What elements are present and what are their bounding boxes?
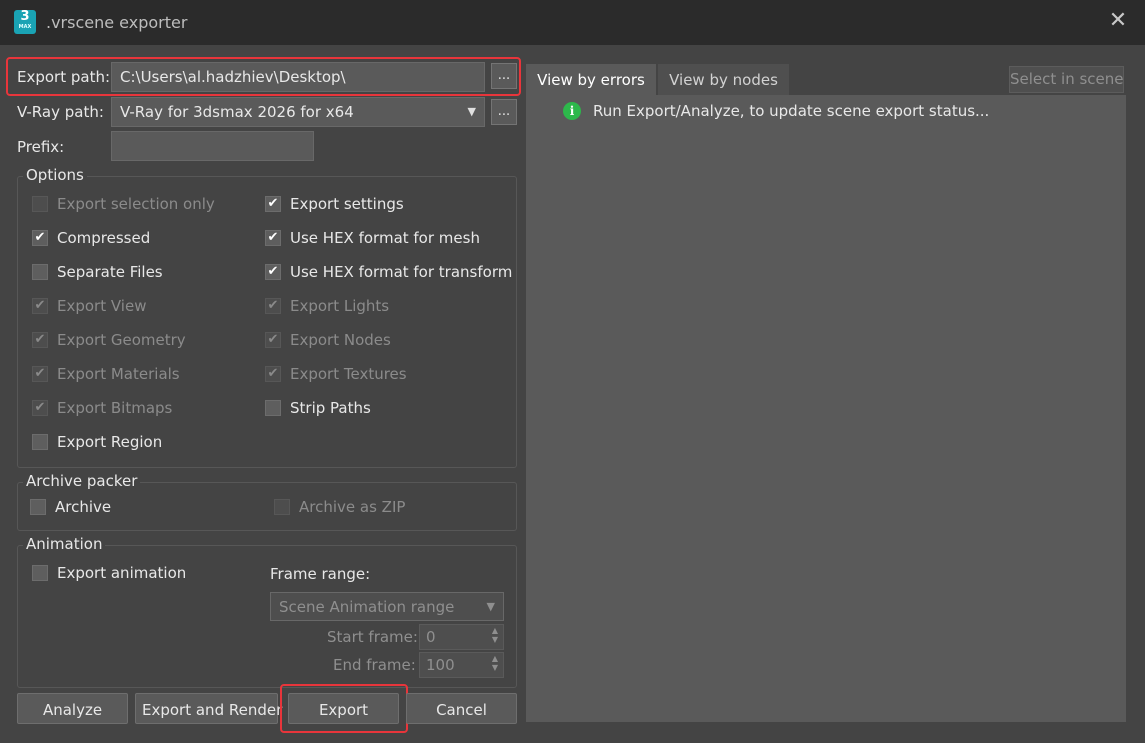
archive-packer-title: Archive packer xyxy=(23,472,141,490)
check-icon: ✔ xyxy=(32,400,48,416)
spinner-arrows-icon: ▲ ▼ xyxy=(491,626,498,644)
archive-checkbox[interactable]: Archive xyxy=(30,498,111,516)
end-frame-label: End frame: xyxy=(333,656,416,674)
check-icon: ✔ xyxy=(265,366,281,382)
check-icon: ✔ xyxy=(32,332,48,348)
export-nodes-checkbox[interactable]: ✔ Export Nodes xyxy=(265,331,391,349)
export-lights-checkbox[interactable]: ✔ Export Lights xyxy=(265,297,389,315)
window-title: .vrscene exporter xyxy=(46,13,188,32)
checkbox-box xyxy=(32,264,48,280)
check-icon: ✔ xyxy=(265,332,281,348)
end-frame-value: 100 xyxy=(426,656,455,674)
check-icon: ✔ xyxy=(32,230,48,246)
tab-view-by-nodes[interactable]: View by nodes xyxy=(658,64,789,96)
start-frame-spinner[interactable]: 0 ▲ ▼ xyxy=(419,624,504,650)
checkbox-box xyxy=(265,400,281,416)
check-icon: ✔ xyxy=(265,298,281,314)
export-settings-checkbox[interactable]: ✔ Export settings xyxy=(265,195,404,213)
tab-view-by-errors[interactable]: View by errors xyxy=(526,64,656,96)
export-bitmaps-checkbox[interactable]: ✔ Export Bitmaps xyxy=(32,399,172,417)
start-frame-value: 0 xyxy=(426,628,436,646)
options-group xyxy=(17,176,517,468)
checkbox-box xyxy=(274,499,290,515)
export-materials-checkbox[interactable]: ✔ Export Materials xyxy=(32,365,180,383)
chevron-down-icon: ▼ xyxy=(486,600,495,613)
hex-mesh-checkbox[interactable]: ✔ Use HEX format for mesh xyxy=(265,229,480,247)
export-path-label: Export path: xyxy=(17,68,111,86)
start-frame-label: Start frame: xyxy=(327,628,418,646)
close-icon[interactable]: ✕ xyxy=(1107,10,1129,32)
separate-files-checkbox[interactable]: Separate Files xyxy=(32,263,163,281)
export-and-render-button[interactable]: Export and Render xyxy=(135,693,282,724)
check-icon: ✔ xyxy=(265,196,281,212)
checkbox-box xyxy=(32,565,48,581)
spinner-arrows-icon: ▲ ▼ xyxy=(491,654,498,672)
end-frame-spinner[interactable]: 100 ▲ ▼ xyxy=(419,652,504,678)
3dsmax-app-icon: 3 MAX xyxy=(14,10,36,34)
check-icon: ✔ xyxy=(32,366,48,382)
vray-path-browse-button[interactable]: ... xyxy=(491,99,517,125)
export-path-input[interactable] xyxy=(111,62,485,92)
checkbox-box xyxy=(32,196,48,212)
prefix-label: Prefix: xyxy=(17,138,65,156)
export-animation-checkbox[interactable]: Export animation xyxy=(32,564,186,582)
strip-paths-checkbox[interactable]: Strip Paths xyxy=(265,399,371,417)
analyze-button[interactable]: Analyze xyxy=(17,693,128,724)
check-icon: ✔ xyxy=(32,298,48,314)
compressed-checkbox[interactable]: ✔ Compressed xyxy=(32,229,150,247)
title-bar: 3 MAX .vrscene exporter ✕ xyxy=(0,0,1145,45)
vray-path-label: V-Ray path: xyxy=(17,103,104,121)
frame-range-label: Frame range: xyxy=(270,565,371,583)
vray-path-dropdown[interactable]: V-Ray for 3dsmax 2026 for x64 ▼ xyxy=(111,97,485,127)
chevron-down-icon: ▼ xyxy=(467,105,476,118)
export-selection-only-checkbox[interactable]: Export selection only xyxy=(32,195,215,213)
export-textures-checkbox[interactable]: ✔ Export Textures xyxy=(265,365,407,383)
export-button[interactable]: Export xyxy=(288,693,399,724)
info-icon: i xyxy=(563,102,581,120)
export-path-browse-button[interactable]: ... xyxy=(491,63,517,89)
status-message: Run Export/Analyze, to update scene expo… xyxy=(593,102,990,120)
frame-range-value: Scene Animation range xyxy=(279,598,455,616)
export-region-checkbox[interactable]: Export Region xyxy=(32,433,162,451)
frame-range-dropdown[interactable]: Scene Animation range ▼ xyxy=(270,592,504,621)
prefix-input[interactable] xyxy=(111,131,314,161)
check-icon: ✔ xyxy=(265,264,281,280)
checkbox-box xyxy=(30,499,46,515)
check-icon: ✔ xyxy=(265,230,281,246)
cancel-button[interactable]: Cancel xyxy=(406,693,517,724)
checkbox-box xyxy=(32,434,48,450)
export-geometry-checkbox[interactable]: ✔ Export Geometry xyxy=(32,331,186,349)
export-status-panel xyxy=(526,95,1126,722)
options-group-title: Options xyxy=(23,166,87,184)
hex-transform-checkbox[interactable]: ✔ Use HEX format for transform xyxy=(265,263,512,281)
archive-zip-checkbox[interactable]: Archive as ZIP xyxy=(274,498,405,516)
select-in-scene-button[interactable]: Select in scene xyxy=(1009,66,1124,93)
export-view-checkbox[interactable]: ✔ Export View xyxy=(32,297,146,315)
animation-group-title: Animation xyxy=(23,535,106,553)
vray-path-value: V-Ray for 3dsmax 2026 for x64 xyxy=(120,103,354,121)
